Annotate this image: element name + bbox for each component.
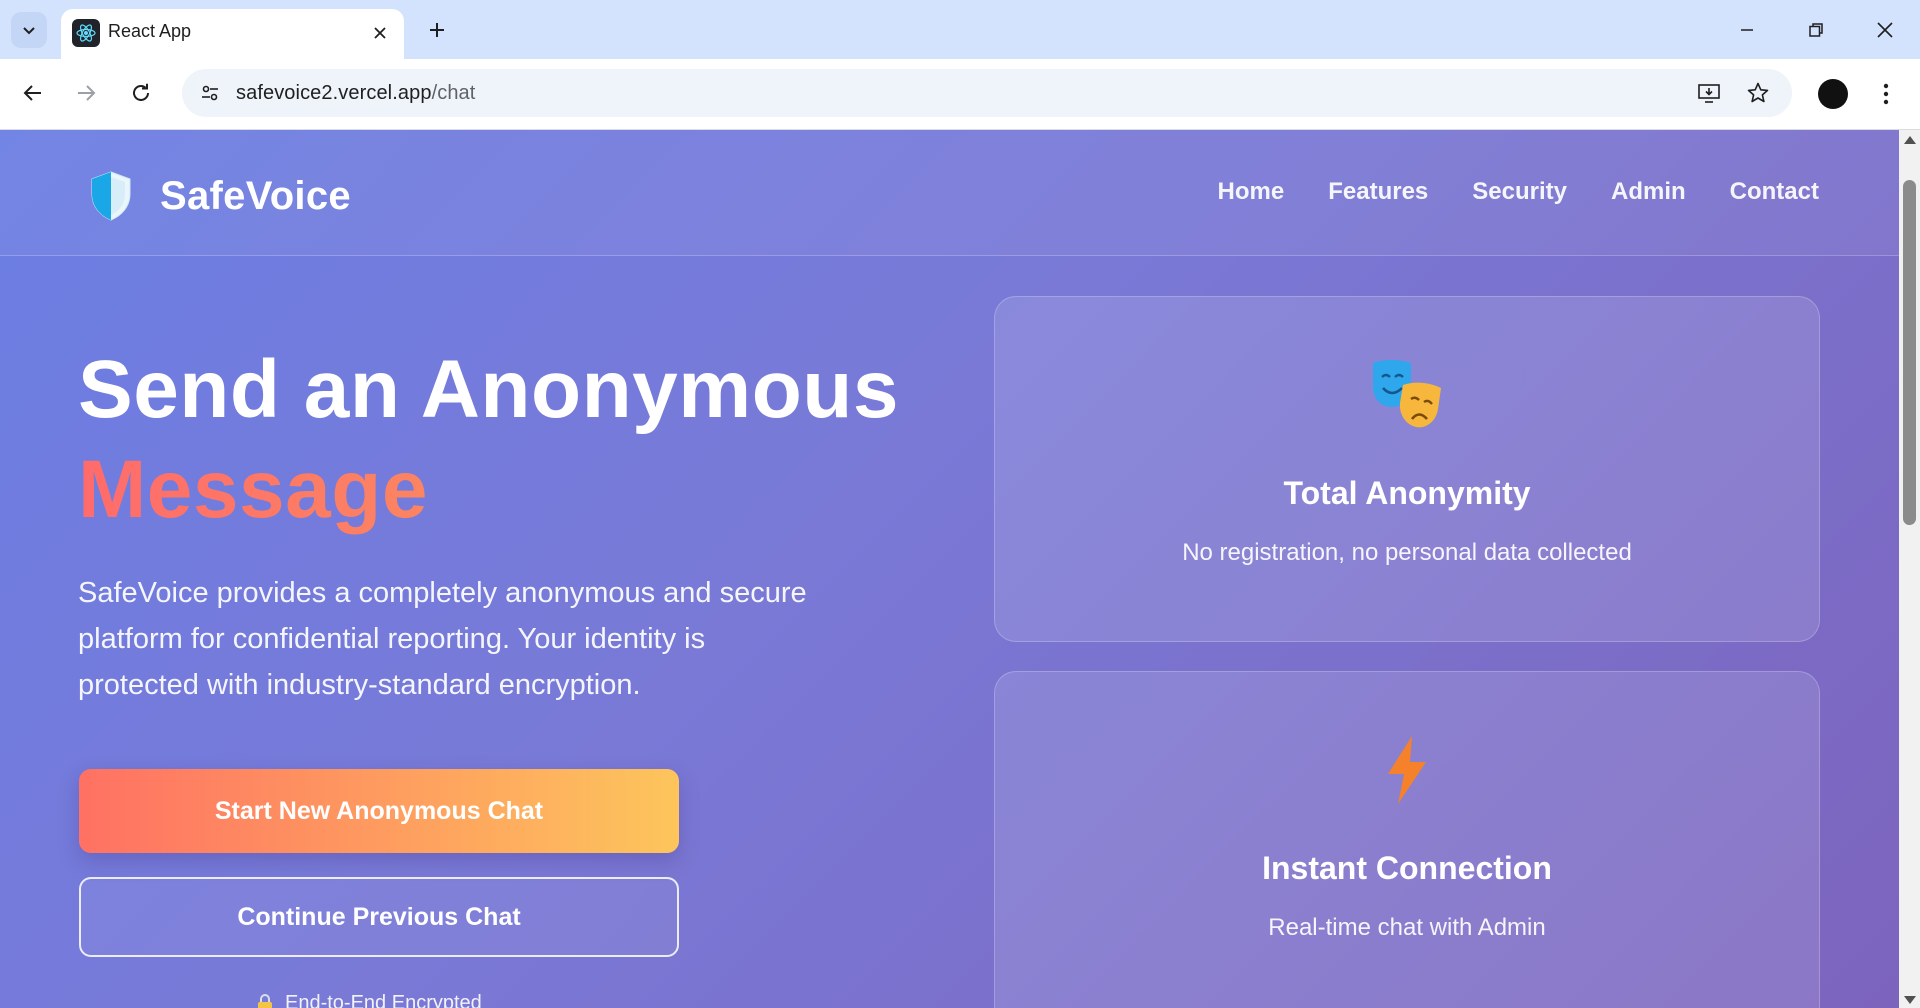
install-app-icon: [1698, 84, 1720, 103]
minimize-button[interactable]: [1722, 8, 1772, 52]
url-host: safevoice2.vercel.app: [236, 82, 432, 104]
brand[interactable]: SafeVoice: [88, 170, 351, 222]
hero-title-line1: Send an Anonymous: [78, 344, 899, 435]
site-info-icon: [202, 85, 218, 101]
plus-icon: [430, 23, 444, 37]
nav-features-link[interactable]: Features: [1328, 178, 1428, 206]
star-icon: [1747, 82, 1769, 103]
minimize-icon: [1741, 29, 1753, 31]
nav-security-link[interactable]: Security: [1472, 178, 1567, 206]
tab-list-button[interactable]: [11, 12, 47, 48]
brand-name: SafeVoice: [160, 173, 351, 218]
address-bar[interactable]: safevoice2.vercel.app/chat: [182, 69, 1792, 117]
back-button[interactable]: [13, 73, 53, 113]
feature-title: Instant Connection: [1262, 850, 1552, 886]
install-app-button[interactable]: [1694, 78, 1724, 108]
feature-card-connection: Instant Connection Real-time chat with A…: [994, 671, 1820, 1008]
feature-title: Total Anonymity: [1283, 475, 1531, 511]
page-scrollbar[interactable]: [1899, 130, 1920, 1008]
chevron-down-icon: [23, 27, 35, 35]
theater-masks-icon: [995, 357, 1819, 433]
restore-icon: [1809, 23, 1823, 37]
browser-menu-button[interactable]: [1870, 75, 1902, 113]
feature-card-anonymity: Total Anonymity No registration, no pers…: [994, 296, 1820, 642]
scroll-up-arrow-icon[interactable]: [1904, 136, 1916, 144]
window-close-button[interactable]: [1860, 8, 1910, 52]
new-tab-button[interactable]: [420, 13, 454, 47]
browser-tab-strip: React App: [0, 0, 1920, 59]
react-favicon-icon: [72, 19, 100, 47]
window-close-icon: [1877, 22, 1893, 38]
menu-dots-icon: [1883, 83, 1889, 105]
nav-admin-link[interactable]: Admin: [1611, 178, 1686, 206]
tab-close-button[interactable]: [366, 19, 394, 47]
hero-description: SafeVoice provides a completely anonymou…: [78, 577, 807, 701]
feature-description: Real-time chat with Admin: [1268, 914, 1546, 941]
feature-description: No registration, no personal data collec…: [1182, 539, 1632, 566]
site-header: SafeVoice Home Features Security Admin C…: [0, 130, 1899, 256]
start-chat-button[interactable]: Start New Anonymous Chat: [79, 769, 679, 853]
encryption-note-text: End-to-End Encrypted: [285, 992, 482, 1008]
shield-icon: [91, 171, 131, 221]
page-viewport: SafeVoice Home Features Security Admin C…: [0, 130, 1899, 1008]
reload-icon: [133, 83, 149, 101]
url-text: safevoice2.vercel.app/chat: [236, 82, 475, 105]
browser-toolbar: safevoice2.vercel.app/chat: [0, 59, 1920, 130]
main-nav: Home Features Security Admin Contact: [1218, 178, 1819, 206]
profile-avatar[interactable]: [1818, 79, 1848, 109]
tab-title: React App: [108, 21, 192, 41]
continue-chat-button[interactable]: Continue Previous Chat: [79, 877, 679, 957]
scroll-thumb[interactable]: [1903, 180, 1916, 525]
nav-home-link[interactable]: Home: [1218, 178, 1285, 206]
bookmark-star-button[interactable]: [1743, 78, 1773, 108]
site-info-button[interactable]: [194, 77, 226, 109]
lock-icon: [258, 993, 272, 1008]
close-icon: [374, 27, 386, 39]
lightning-bolt-icon: [995, 734, 1819, 806]
reload-button[interactable]: [121, 73, 161, 113]
hero-title: Send an Anonymous Message: [78, 340, 899, 540]
restore-button[interactable]: [1791, 8, 1841, 52]
back-arrow-icon: [23, 85, 41, 101]
scroll-down-arrow-icon[interactable]: [1904, 996, 1916, 1004]
nav-contact-link[interactable]: Contact: [1730, 178, 1819, 206]
hero-title-accent: Message: [78, 440, 899, 540]
encryption-note: End-to-End Encrypted: [255, 992, 482, 1008]
browser-tab[interactable]: React App: [61, 9, 404, 59]
url-path: /chat: [431, 82, 476, 104]
forward-arrow-icon: [78, 85, 96, 101]
forward-button[interactable]: [66, 73, 106, 113]
